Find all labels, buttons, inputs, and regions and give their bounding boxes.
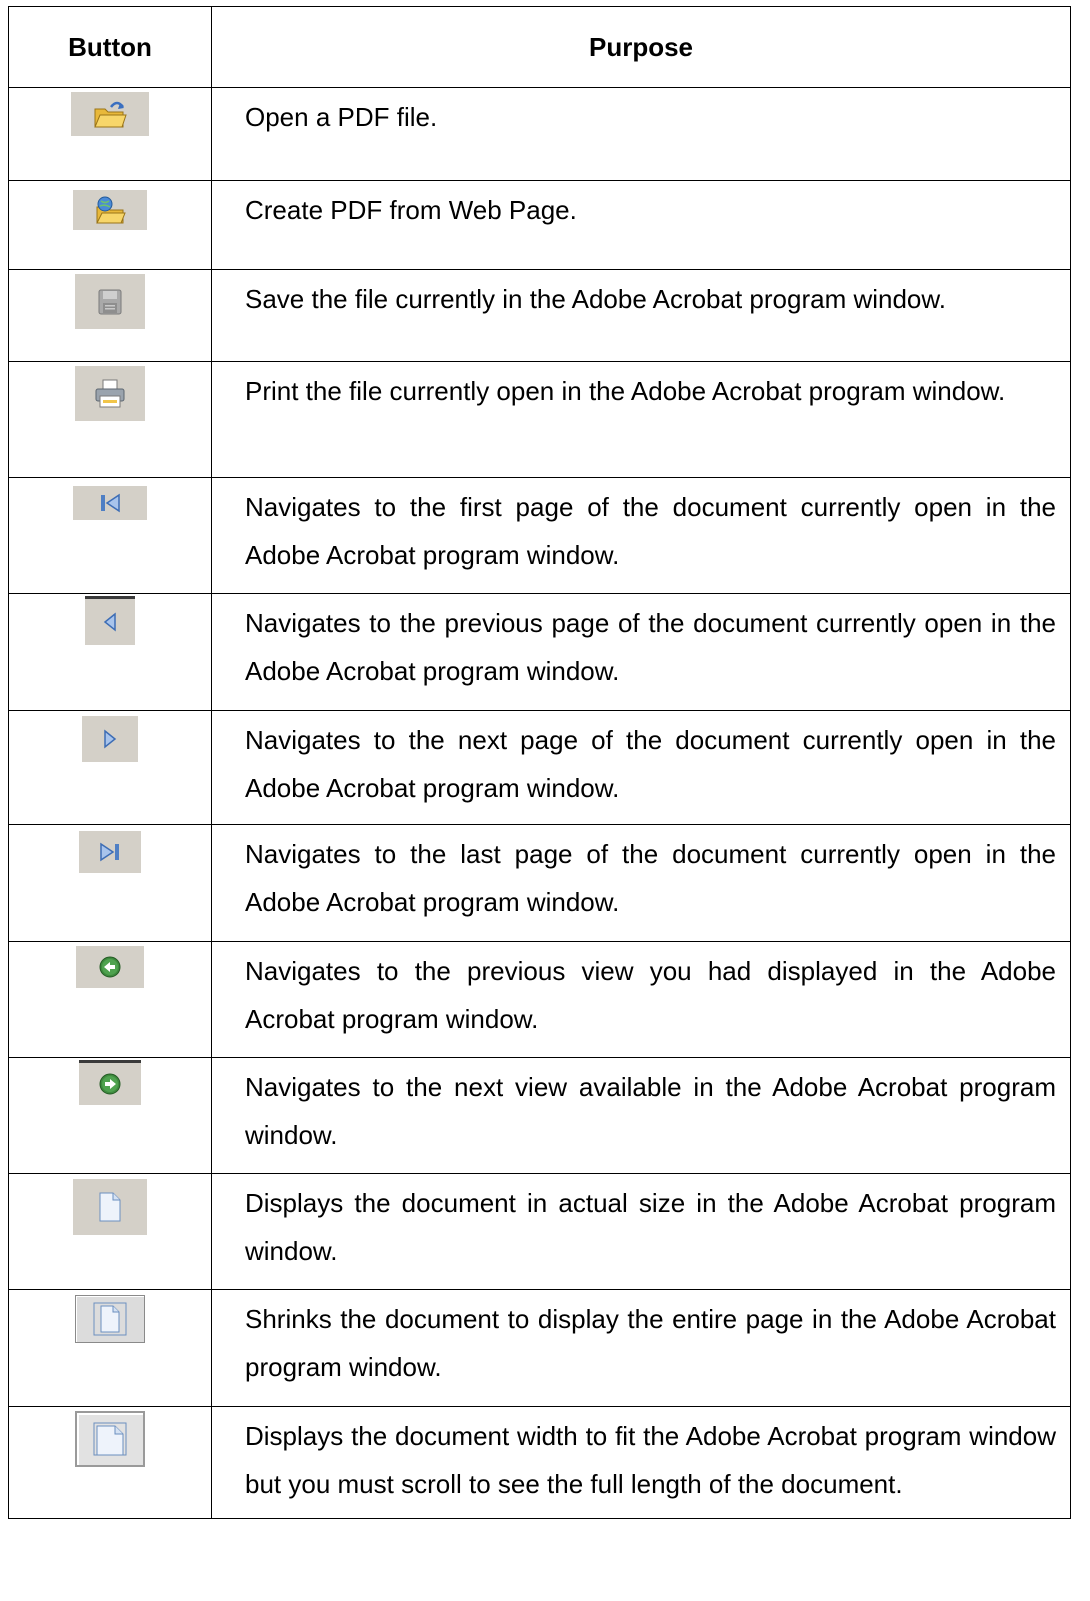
table-row: Navigates to the first page of the docum… <box>8 477 1071 594</box>
purpose-text: Print the file currently open in the Ado… <box>211 361 1071 478</box>
next-page-icon <box>82 716 138 762</box>
save-disk-icon <box>75 274 145 329</box>
purpose-text: Navigates to the previous page of the do… <box>211 593 1071 711</box>
fit-width-icon <box>75 1411 145 1467</box>
previous-page-icon <box>85 596 135 645</box>
table-row: Navigates to the next view available in … <box>8 1057 1071 1174</box>
table-row: Print the file currently open in the Ado… <box>8 361 1071 478</box>
table-row: Create PDF from Web Page. <box>8 180 1071 270</box>
purpose-text: Create PDF from Web Page. <box>211 180 1071 270</box>
previous-view-icon <box>76 946 144 988</box>
purpose-text: Open a PDF file. <box>211 87 1071 181</box>
next-view-icon <box>79 1060 141 1105</box>
first-page-icon <box>73 486 147 520</box>
table-row: Navigates to the last page of the docume… <box>8 824 1071 942</box>
printer-icon <box>75 366 145 421</box>
purpose-text: Navigates to the previous view you had d… <box>211 941 1071 1058</box>
button-purpose-table: Button Purpose Open a PDF file. Create P… <box>8 6 1071 1519</box>
header-purpose: Purpose <box>211 6 1071 88</box>
table-row: Shrinks the document to display the enti… <box>8 1289 1071 1407</box>
purpose-text: Shrinks the document to display the enti… <box>211 1289 1071 1407</box>
open-folder-icon <box>71 92 149 136</box>
fit-page-icon <box>75 1295 145 1343</box>
table-row: Navigates to the previous view you had d… <box>8 941 1071 1058</box>
actual-size-icon <box>73 1179 147 1235</box>
table-row: Navigates to the previous page of the do… <box>8 593 1071 711</box>
purpose-text: Navigates to the next view available in … <box>211 1057 1071 1174</box>
table-row: Displays the document in actual size in … <box>8 1173 1071 1290</box>
table-header-row: Button Purpose <box>8 6 1071 88</box>
purpose-text: Navigates to the next page of the docume… <box>211 710 1071 825</box>
header-button: Button <box>8 6 212 88</box>
purpose-text: Displays the document in actual size in … <box>211 1173 1071 1290</box>
purpose-text: Navigates to the last page of the docume… <box>211 824 1071 942</box>
purpose-text: Navigates to the first page of the docum… <box>211 477 1071 594</box>
table-row: Displays the document width to fit the A… <box>8 1406 1071 1519</box>
purpose-text: Displays the document width to fit the A… <box>211 1406 1071 1519</box>
table-row: Open a PDF file. <box>8 87 1071 181</box>
last-page-icon <box>79 831 141 873</box>
purpose-text: Save the file currently in the Adobe Acr… <box>211 269 1071 362</box>
create-pdf-web-icon <box>73 190 147 230</box>
table-row: Navigates to the next page of the docume… <box>8 710 1071 825</box>
table-row: Save the file currently in the Adobe Acr… <box>8 269 1071 362</box>
